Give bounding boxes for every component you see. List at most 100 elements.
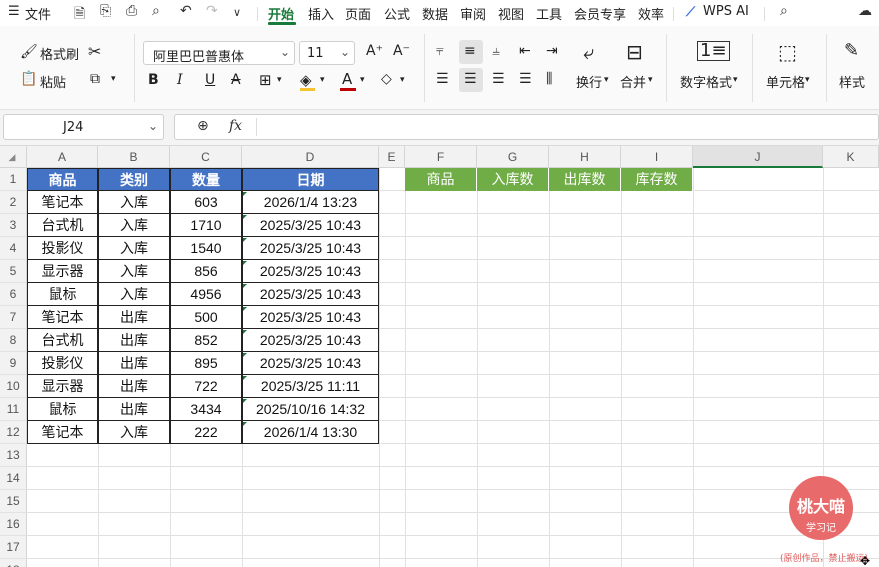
number-format-icon[interactable]: 1≡ bbox=[697, 41, 730, 61]
decrease-font-icon[interactable]: A⁻ bbox=[393, 43, 410, 59]
undo-icon[interactable]: ↶ bbox=[180, 3, 192, 19]
row-header-12[interactable]: 12 bbox=[0, 421, 27, 444]
chevron-down-icon[interactable]: ▾ bbox=[320, 75, 325, 85]
table-cell[interactable]: 722 bbox=[170, 375, 242, 398]
summary-header-cell[interactable]: 出库数 bbox=[549, 168, 621, 191]
table-cell[interactable]: 1710 bbox=[170, 214, 242, 237]
hamburger-icon[interactable]: ☰ bbox=[8, 4, 20, 19]
number-format-button[interactable]: 数字格式 bbox=[680, 72, 732, 91]
font-size-select[interactable]: 11 ⌄ bbox=[299, 41, 355, 65]
row-header-14[interactable]: 14 bbox=[0, 467, 27, 490]
borders-icon[interactable]: ⊞ bbox=[259, 71, 272, 89]
table-cell[interactable]: 笔记本 bbox=[27, 306, 98, 329]
table-cell[interactable]: 出库 bbox=[98, 352, 170, 375]
chevron-down-icon[interactable]: ▾ bbox=[733, 75, 738, 85]
row-header-6[interactable]: 6 bbox=[0, 283, 27, 306]
tab-efficiency[interactable]: 效率 bbox=[638, 4, 664, 23]
column-header-i[interactable]: I bbox=[621, 146, 693, 168]
summary-header-cell[interactable]: 商品 bbox=[405, 168, 477, 191]
paste-button[interactable]: 粘贴 bbox=[40, 72, 66, 91]
chevron-down-icon[interactable]: ▾ bbox=[805, 75, 810, 85]
table-cell[interactable]: 2025/3/25 10:43 bbox=[242, 352, 379, 375]
row-header-18[interactable]: 18 bbox=[0, 559, 27, 567]
table-cell[interactable]: 笔记本 bbox=[27, 421, 98, 444]
table-header-cell[interactable]: 日期 bbox=[242, 168, 379, 191]
row-header-5[interactable]: 5 bbox=[0, 260, 27, 283]
tab-data[interactable]: 数据 bbox=[422, 4, 448, 23]
table-cell[interactable]: 入库 bbox=[98, 191, 170, 214]
row-header-15[interactable]: 15 bbox=[0, 490, 27, 513]
paste-icon[interactable]: 📋 bbox=[20, 71, 37, 87]
table-cell[interactable]: 895 bbox=[170, 352, 242, 375]
tab-insert[interactable]: 插入 bbox=[308, 4, 334, 23]
tab-home[interactable]: 开始 bbox=[268, 4, 294, 23]
merge-cells-button[interactable]: 合并 bbox=[620, 72, 646, 91]
distribute-icon[interactable]: ⫼ bbox=[546, 71, 552, 87]
table-cell[interactable]: 2025/10/16 14:32 bbox=[242, 398, 379, 421]
tab-formula[interactable]: 公式 bbox=[384, 4, 410, 23]
summary-header-cell[interactable]: 库存数 bbox=[621, 168, 693, 191]
italic-icon[interactable]: I bbox=[177, 72, 183, 88]
table-cell[interactable]: 500 bbox=[170, 306, 242, 329]
row-header-8[interactable]: 8 bbox=[0, 329, 27, 352]
column-header-h[interactable]: H bbox=[549, 146, 621, 168]
column-header-e[interactable]: E bbox=[379, 146, 405, 168]
wrap-text-button[interactable]: 换行 bbox=[576, 72, 602, 91]
justify-icon[interactable]: ☰ bbox=[519, 71, 532, 87]
bold-icon[interactable]: B bbox=[148, 72, 159, 88]
column-header-g[interactable]: G bbox=[477, 146, 549, 168]
table-cell[interactable]: 入库 bbox=[98, 214, 170, 237]
column-header-c[interactable]: C bbox=[170, 146, 242, 168]
table-cell[interactable]: 入库 bbox=[98, 237, 170, 260]
table-cell[interactable]: 出库 bbox=[98, 398, 170, 421]
name-box[interactable]: J24 ⌄ bbox=[3, 114, 164, 140]
row-header-11[interactable]: 11 bbox=[0, 398, 27, 421]
table-cell[interactable]: 3434 bbox=[170, 398, 242, 421]
table-cell[interactable]: 222 bbox=[170, 421, 242, 444]
column-header-d[interactable]: D bbox=[242, 146, 379, 168]
print-icon[interactable]: ⎙ bbox=[126, 3, 137, 19]
tab-page[interactable]: 页面 bbox=[345, 4, 371, 23]
format-painter-button[interactable]: 格式刷 bbox=[40, 44, 79, 63]
tab-view[interactable]: 视图 bbox=[498, 4, 524, 23]
align-middle-icon[interactable]: ≡ bbox=[464, 43, 476, 59]
row-header-1[interactable]: 1 bbox=[0, 168, 27, 191]
tab-member[interactable]: 会员专享 bbox=[574, 4, 626, 23]
table-cell[interactable]: 2025/3/25 10:43 bbox=[242, 283, 379, 306]
column-header-a[interactable]: A bbox=[27, 146, 98, 168]
table-cell[interactable]: 2025/3/25 11:11 bbox=[242, 375, 379, 398]
cloud-sync-icon[interactable]: ☁ bbox=[858, 3, 872, 19]
row-header-2[interactable]: 2 bbox=[0, 191, 27, 214]
column-header-j[interactable]: J bbox=[693, 146, 823, 168]
table-cell[interactable]: 鼠标 bbox=[27, 283, 98, 306]
table-cell[interactable]: 2026/1/4 13:23 bbox=[242, 191, 379, 214]
row-header-13[interactable]: 13 bbox=[0, 444, 27, 467]
tab-tools[interactable]: 工具 bbox=[536, 4, 562, 23]
chevron-down-icon[interactable]: ▾ bbox=[111, 74, 116, 84]
underline-icon[interactable]: U bbox=[205, 72, 215, 88]
wps-ai-button[interactable]: WPS AI bbox=[703, 4, 749, 19]
table-cell[interactable]: 显示器 bbox=[27, 260, 98, 283]
table-cell[interactable]: 鼠标 bbox=[27, 398, 98, 421]
increase-indent-icon[interactable]: ⇥ bbox=[546, 43, 558, 59]
table-cell[interactable]: 2025/3/25 10:43 bbox=[242, 329, 379, 352]
font-color-icon[interactable]: A bbox=[342, 70, 352, 88]
redo-icon[interactable]: ↷ bbox=[206, 3, 218, 19]
format-painter-icon[interactable]: 🖌 bbox=[20, 44, 38, 60]
styles-button[interactable]: 样式 bbox=[839, 72, 865, 91]
merge-cells-icon[interactable]: ⊟ bbox=[626, 40, 643, 64]
row-header-17[interactable]: 17 bbox=[0, 536, 27, 559]
table-cell[interactable]: 出库 bbox=[98, 375, 170, 398]
search-icon[interactable]: ⌕ bbox=[780, 3, 788, 19]
font-family-select[interactable]: 阿里巴巴普惠体 ⌄ bbox=[143, 41, 295, 65]
table-cell[interactable]: 台式机 bbox=[27, 214, 98, 237]
table-cell[interactable]: 入库 bbox=[98, 421, 170, 444]
column-header-b[interactable]: B bbox=[98, 146, 170, 168]
table-cell[interactable]: 台式机 bbox=[27, 329, 98, 352]
table-cell[interactable]: 入库 bbox=[98, 283, 170, 306]
table-header-cell[interactable]: 类别 bbox=[98, 168, 170, 191]
table-cell[interactable]: 出库 bbox=[98, 329, 170, 352]
tab-review[interactable]: 审阅 bbox=[460, 4, 486, 23]
row-header-9[interactable]: 9 bbox=[0, 352, 27, 375]
table-header-cell[interactable]: 商品 bbox=[27, 168, 98, 191]
